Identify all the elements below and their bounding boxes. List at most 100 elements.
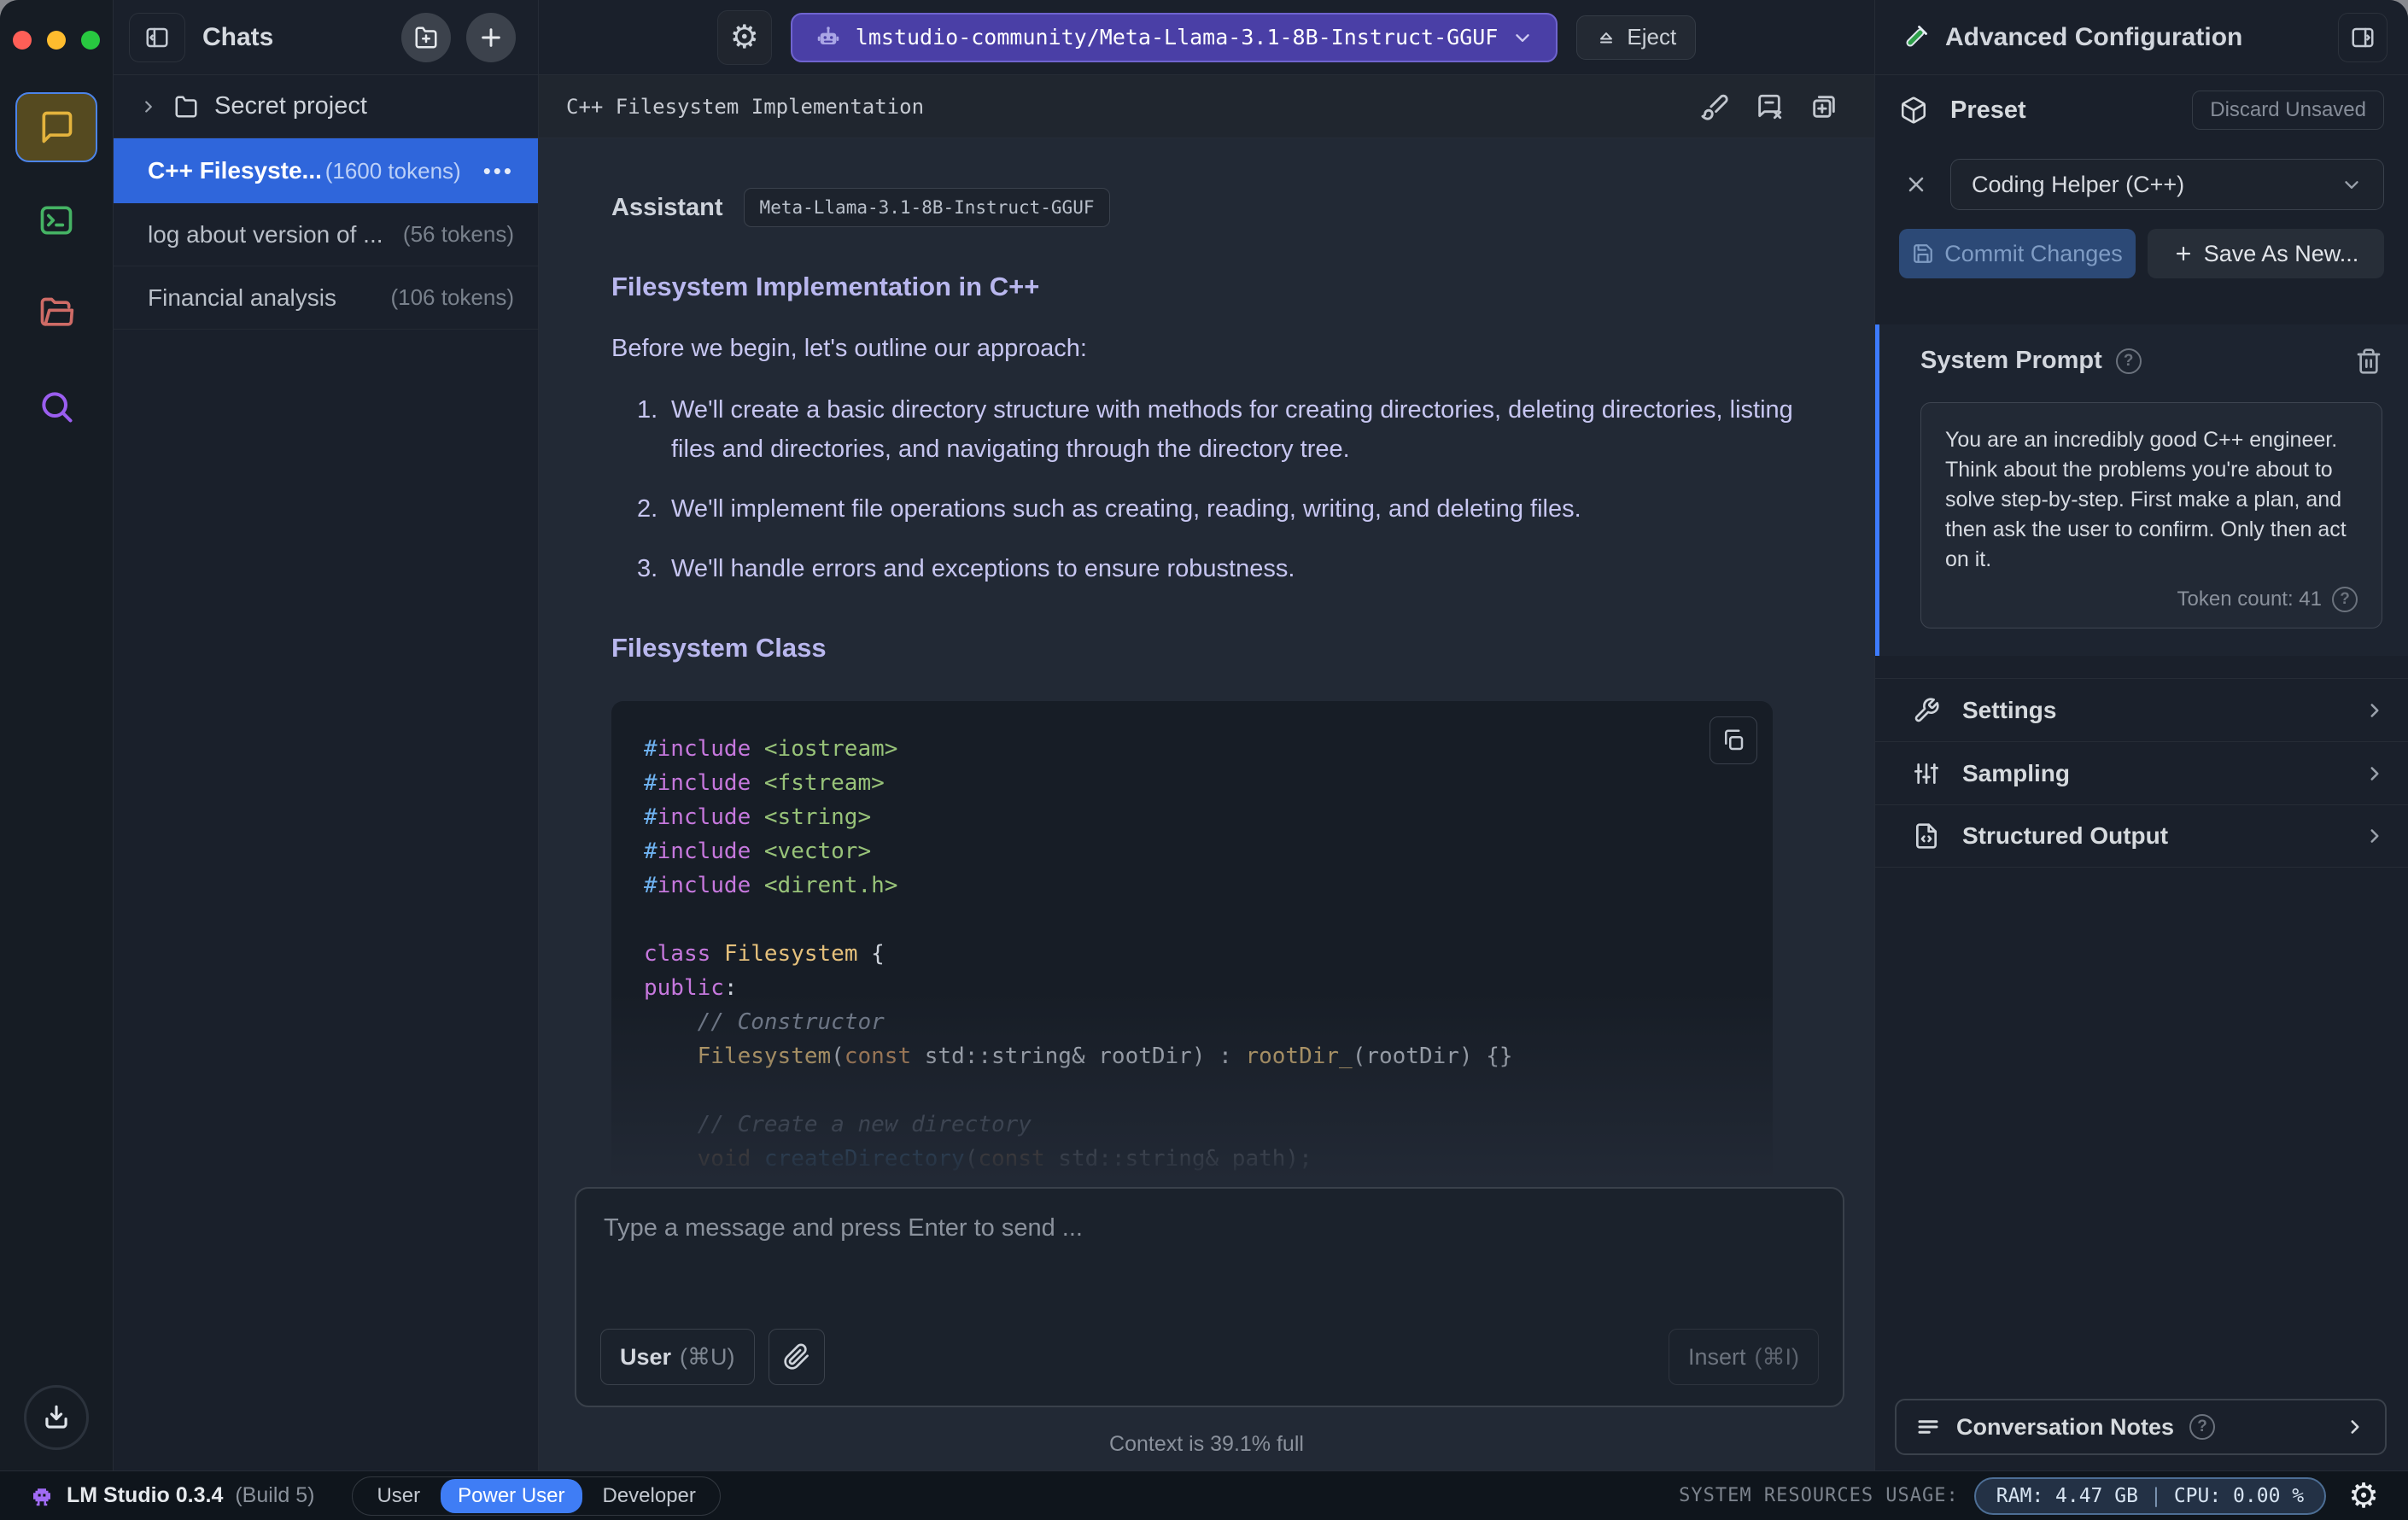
mode-user[interactable]: User [359,1479,437,1513]
wrench-icon [1913,697,1940,724]
chevron-right-icon [2364,763,2386,785]
activity-bar [0,0,113,1470]
paperclip-icon [783,1343,810,1371]
lm-studio-window: Chats Secret project C++ Filesyste... (1… [0,0,2408,1520]
trash-icon[interactable] [2355,348,2382,375]
copy-icon [1721,728,1746,753]
chat-list-item-selected[interactable]: C++ Filesyste... (1600 tokens) ••• [114,138,538,203]
conversation-notes-button[interactable]: Conversation Notes ? [1895,1399,2387,1455]
context-usage-status: Context is 39.1% full [1109,1432,1304,1456]
insert-message-button[interactable]: Insert (⌘I) [1668,1329,1819,1385]
download-icon [40,1401,73,1434]
markdown-heading: Filesystem Class [611,633,827,663]
chevron-down-icon [1511,26,1534,49]
help-icon[interactable]: ? [2115,348,2142,374]
chat-sidebar-header: Chats [114,0,538,75]
file-code-icon [1913,822,1940,850]
markdown-ordered-list: 1. We'll create a basic directory struct… [611,390,1798,588]
commit-changes-button[interactable]: Commit Changes [1899,229,2136,278]
zoom-window-button[interactable] [81,31,100,50]
chat-name: log about version of ... [148,220,383,248]
panel-left-icon [144,25,170,50]
clear-conversation-icon[interactable] [1755,92,1784,121]
settings-gear-icon[interactable]: ⚙ [2343,1478,2384,1514]
clean-brush-icon[interactable] [1700,92,1729,121]
chat-name: Financial analysis [148,284,336,311]
system-prompt-section: System Prompt ? You are an incredibly go… [1875,324,2408,656]
chevron-right-icon [2364,699,2386,722]
clear-preset-button[interactable] [1899,167,1933,202]
chat-list-item[interactable]: Financial analysis (106 tokens) [114,266,538,330]
copy-code-button[interactable] [1710,716,1757,764]
help-icon: ? [2189,1414,2216,1440]
new-folder-button[interactable] [401,12,451,62]
message-role-button[interactable]: User (⌘U) [600,1329,755,1385]
plus-icon [2173,243,2194,264]
eject-label: Eject [1627,24,1677,50]
eject-model-button[interactable]: Eject [1576,15,1697,60]
markdown-heading: Filesystem Implementation in C++ [611,272,1040,301]
chat-list-item[interactable]: log about version of ... (56 tokens) [114,203,538,266]
folder-secret-project[interactable]: Secret project [114,75,538,138]
conversation-scroll-area[interactable]: Assistant Meta-Llama-3.1-8B-Instruct-GGU… [539,138,1874,1470]
traffic-lights [13,31,100,50]
code-content: #include <iostream> #include <fstream> #in… [644,736,1513,1172]
test-tube-icon [1901,23,1930,52]
close-window-button[interactable] [13,31,32,50]
discard-unsaved-button[interactable]: Discard Unsaved [2192,91,2384,130]
folder-open-icon [38,295,75,332]
attach-file-button[interactable] [768,1329,825,1385]
config-panel-collapse-button[interactable] [2338,12,2388,62]
section-settings[interactable]: Settings [1875,678,2408,741]
token-count: Token count: 41 [2177,588,2322,611]
user-mode-switcher: User Power User Developer [352,1476,721,1516]
mode-power-user[interactable]: Power User [441,1478,582,1513]
section-structured-output[interactable]: Structured Output [1875,804,2408,868]
duplicate-chat-icon[interactable] [1809,92,1838,121]
resources-usage-pill[interactable]: RAM: 4.47 GB | CPU: 0.00 % [1973,1476,2327,1515]
save-as-new-button[interactable]: Save As New... [2148,229,2384,278]
markdown-paragraph: Before we begin, let's outline our appro… [611,335,1087,362]
message-composer: User (⌘U) Insert (⌘I) [575,1187,1844,1407]
loaded-model-selector[interactable]: lmstudio-community/Meta-Llama-3.1-8B-Ins… [790,12,1558,62]
folder-icon [173,94,199,120]
chat-sidebar: Chats Secret project C++ Filesyste... (1… [113,0,538,1470]
preset-label: Preset [1950,96,2026,124]
system-prompt-editor[interactable]: You are an incredibly good C++ engineer.… [1920,402,2382,628]
mode-developer[interactable]: Developer [586,1479,713,1513]
nav-developer[interactable] [15,185,97,255]
chat-bubble-icon [38,108,75,146]
message-input[interactable] [600,1209,1819,1329]
nav-my-models[interactable] [15,278,97,348]
chat-token-count: (106 tokens) [390,284,514,310]
panel-right-icon [2350,25,2376,50]
app-version: LM Studio 0.3.4 [67,1483,224,1507]
advanced-configuration-panel: Advanced Configuration Preset Discard Un… [1874,0,2408,1470]
chat-options-menu[interactable]: ••• [483,158,514,184]
lm-studio-logo-icon [29,1483,55,1509]
model-name: lmstudio-community/Meta-Llama-3.1-8B-Ins… [855,25,1499,50]
nav-chat[interactable] [15,92,97,162]
list-item: 3. We'll handle errors and exceptions to… [637,555,1295,582]
preset-dropdown[interactable]: Coding Helper (C++) [1950,159,2384,210]
sidebar-collapse-button[interactable] [129,12,185,62]
system-prompt-text: You are an incredibly good C++ engineer.… [1945,428,2347,571]
model-settings-gear-button[interactable]: ⚙ [716,9,772,65]
cpu-usage: CPU: 0.00 % [2173,1484,2305,1507]
message-model-badge: Meta-Llama-3.1-8B-Instruct-GGUF [743,188,1111,227]
section-sampling[interactable]: Sampling [1875,741,2408,804]
ram-usage: RAM: 4.47 GB [1996,1484,2138,1507]
chevron-right-icon [139,97,158,116]
chat-token-count: (1600 tokens) [324,157,461,184]
help-icon[interactable]: ? [2332,587,2358,612]
chevron-right-icon [2344,1416,2366,1438]
chats-title: Chats [202,22,274,51]
folder-plus-icon [413,25,439,50]
code-block: #include <iostream> #include <fstream> #in… [611,701,1773,1207]
system-prompt-label: System Prompt [1920,347,2102,374]
plus-icon [477,24,505,51]
downloads-button[interactable] [24,1385,89,1450]
minimize-window-button[interactable] [47,31,66,50]
nav-discover[interactable] [15,371,97,441]
new-chat-button[interactable] [466,12,516,62]
